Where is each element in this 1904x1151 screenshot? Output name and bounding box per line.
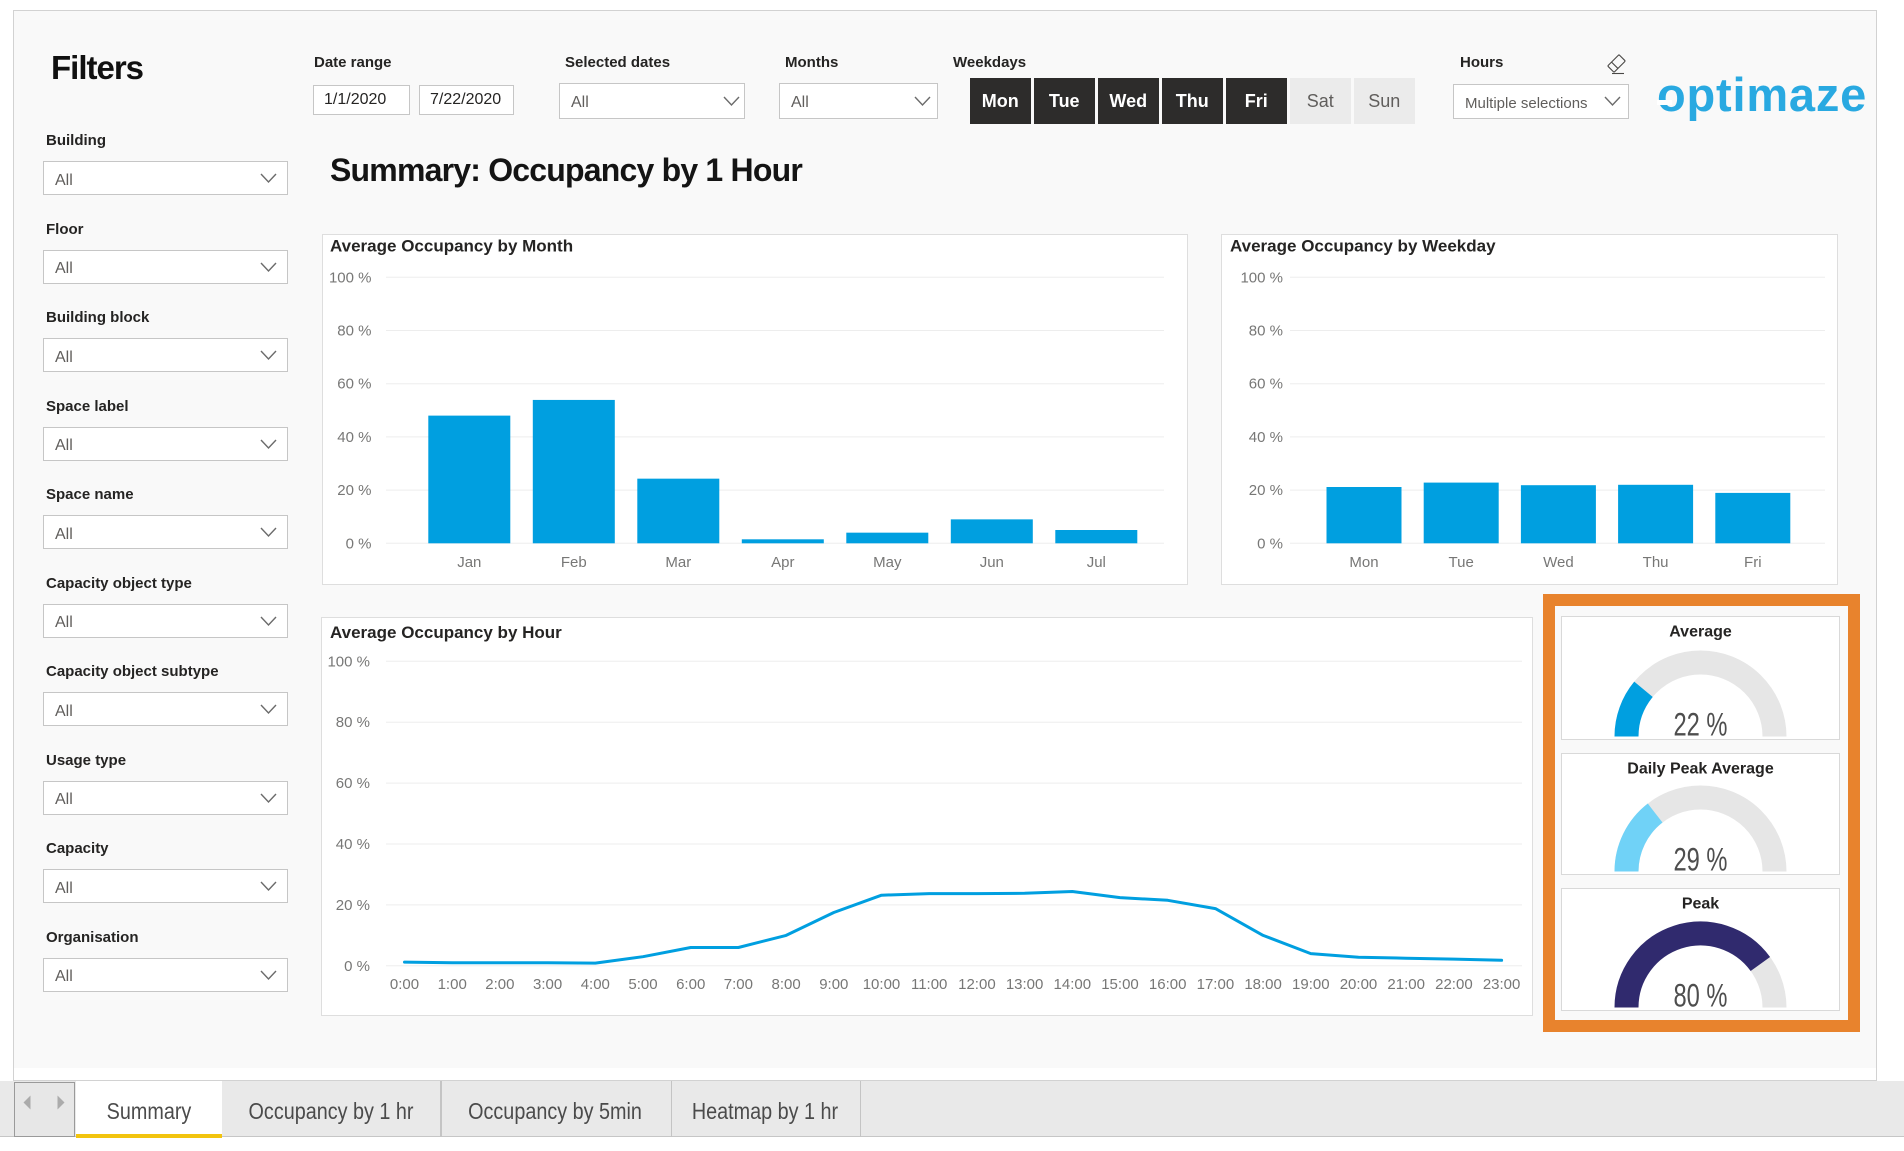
svg-text:22:00: 22:00 [1435, 976, 1473, 993]
svg-text:Average Occupancy by Month: Average Occupancy by Month [330, 237, 573, 256]
svg-text:8:00: 8:00 [771, 976, 800, 993]
svg-text:20 %: 20 % [336, 897, 370, 914]
svg-text:Wed: Wed [1543, 554, 1574, 571]
svg-text:100 %: 100 % [327, 653, 370, 670]
svg-text:40 %: 40 % [337, 429, 371, 446]
svg-text:Feb: Feb [561, 554, 587, 571]
svg-text:7:00: 7:00 [724, 976, 753, 993]
svg-text:18:00: 18:00 [1244, 976, 1282, 993]
svg-text:Fri: Fri [1744, 554, 1762, 571]
svg-text:20:00: 20:00 [1340, 976, 1378, 993]
svg-text:16:00: 16:00 [1149, 976, 1187, 993]
svg-text:22 %: 22 % [1674, 707, 1728, 741]
svg-text:Average: Average [1669, 624, 1732, 641]
svg-text:5:00: 5:00 [628, 976, 657, 993]
svg-text:23:00: 23:00 [1483, 976, 1521, 993]
svg-text:29 %: 29 % [1674, 842, 1728, 876]
svg-text:Peak: Peak [1682, 896, 1719, 913]
svg-text:80 %: 80 % [1249, 323, 1283, 340]
svg-text:0 %: 0 % [344, 958, 370, 975]
svg-text:May: May [873, 554, 902, 571]
svg-text:6:00: 6:00 [676, 976, 705, 993]
svg-text:11:00: 11:00 [911, 976, 947, 993]
svg-text:9:00: 9:00 [819, 976, 848, 993]
svg-text:4:00: 4:00 [581, 976, 610, 993]
svg-text:Average Occupancy by Weekday: Average Occupancy by Weekday [1230, 237, 1496, 256]
svg-text:14:00: 14:00 [1054, 976, 1092, 993]
svg-text:Daily Peak Average: Daily Peak Average [1627, 761, 1774, 778]
svg-text:Apr: Apr [771, 554, 794, 571]
svg-text:Tue: Tue [1449, 554, 1474, 571]
svg-text:80 %: 80 % [336, 714, 370, 731]
svg-text:19:00: 19:00 [1292, 976, 1330, 993]
svg-text:60 %: 60 % [1249, 376, 1283, 393]
svg-text:100 %: 100 % [329, 269, 372, 286]
svg-text:40 %: 40 % [1249, 429, 1283, 446]
svg-text:Jun: Jun [980, 554, 1004, 571]
svg-text:60 %: 60 % [336, 775, 370, 792]
svg-text:17:00: 17:00 [1197, 976, 1235, 993]
svg-text:Mon: Mon [1349, 554, 1378, 571]
svg-text:Jul: Jul [1087, 554, 1106, 571]
svg-text:3:00: 3:00 [533, 976, 562, 993]
svg-text:0 %: 0 % [1257, 535, 1283, 552]
svg-text:Mar: Mar [665, 554, 691, 571]
svg-text:Jan: Jan [457, 554, 481, 571]
svg-text:Average Occupancy by Hour: Average Occupancy by Hour [330, 623, 562, 642]
svg-text:80 %: 80 % [1674, 978, 1728, 1012]
svg-text:0 %: 0 % [346, 535, 372, 552]
svg-text:40 %: 40 % [336, 836, 370, 853]
svg-text:15:00: 15:00 [1101, 976, 1139, 993]
svg-text:20 %: 20 % [337, 482, 371, 499]
svg-text:13:00: 13:00 [1006, 976, 1044, 993]
svg-text:20 %: 20 % [1249, 482, 1283, 499]
svg-text:100 %: 100 % [1240, 269, 1283, 286]
svg-text:12:00: 12:00 [958, 976, 996, 993]
svg-text:10:00: 10:00 [863, 976, 901, 993]
svg-text:1:00: 1:00 [438, 976, 467, 993]
svg-text:2:00: 2:00 [485, 976, 514, 993]
svg-text:Thu: Thu [1643, 554, 1669, 571]
svg-text:80 %: 80 % [337, 323, 371, 340]
svg-text:21:00: 21:00 [1387, 976, 1425, 993]
svg-text:0:00: 0:00 [390, 976, 419, 993]
svg-text:60 %: 60 % [337, 376, 371, 393]
